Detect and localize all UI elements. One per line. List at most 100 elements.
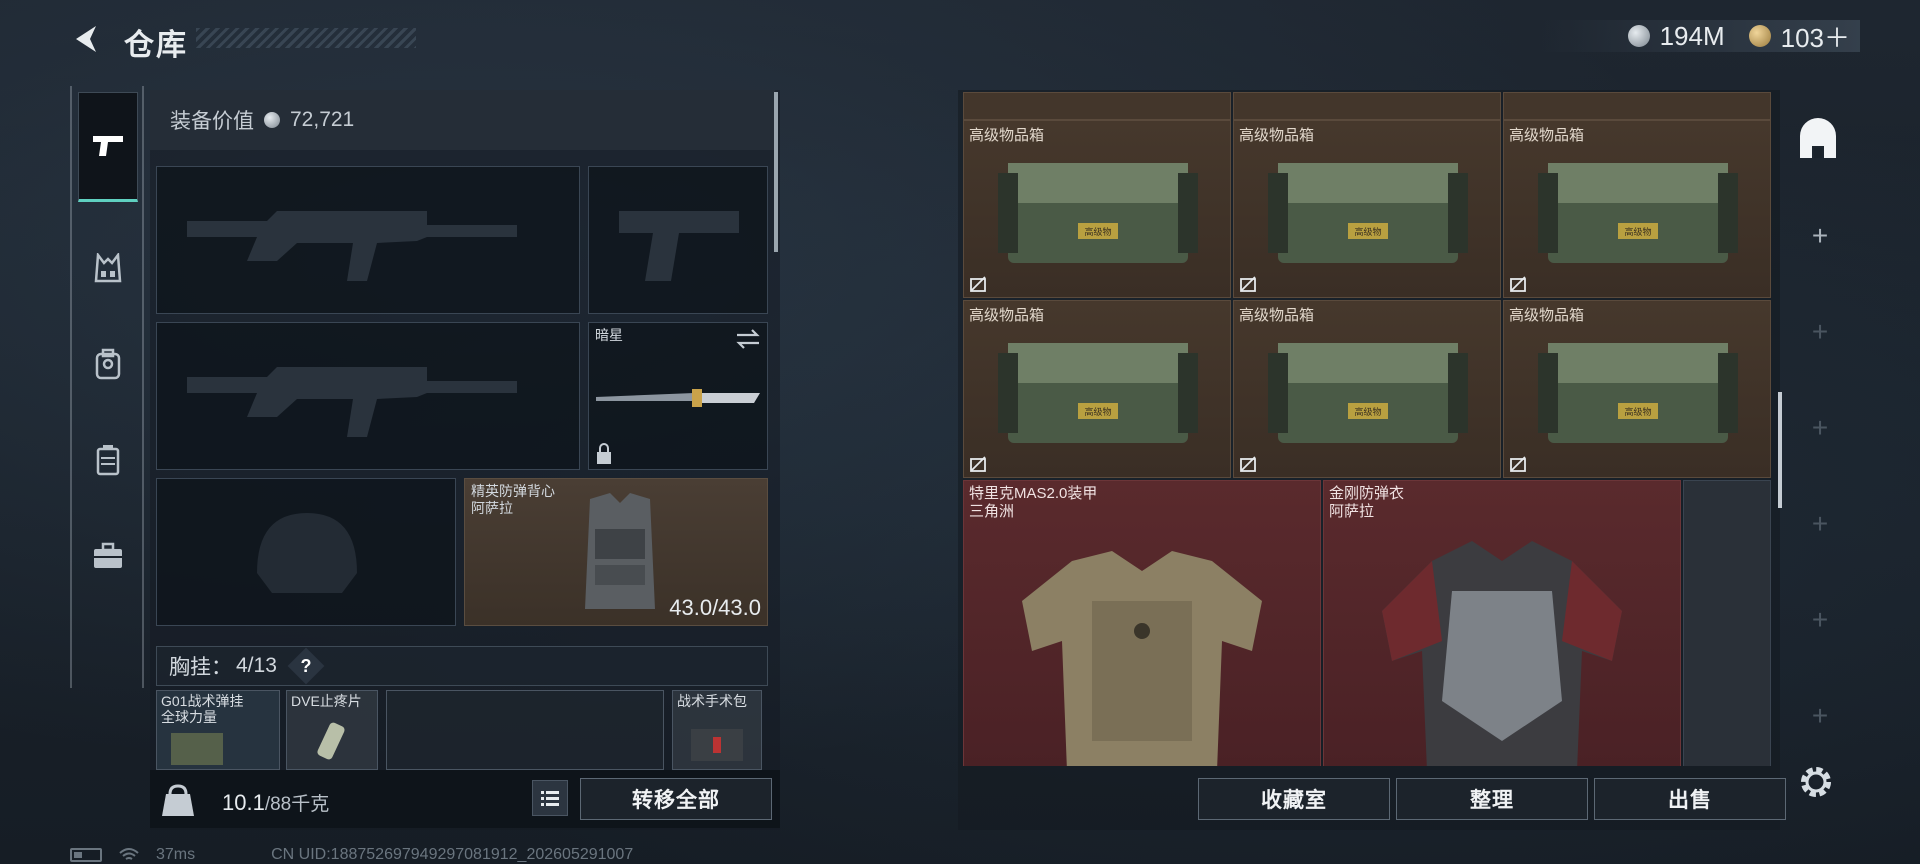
crate-icon: 高级物 [998, 343, 1198, 443]
inventory-item[interactable]: 战术手术包 [672, 690, 762, 770]
rifle-silhouette-icon [187, 211, 517, 281]
painkiller-icon [317, 722, 345, 760]
crate-label: 高级物品箱 [1509, 307, 1585, 324]
crate-icon: 高级物 [1538, 163, 1738, 263]
body-armor-slot[interactable]: 精英防弹背心 阿萨拉 43.0/43.0 [464, 478, 768, 626]
inventory-item[interactable]: DVE止疼片 [286, 690, 378, 770]
armor-origin: 三角洲 [969, 503, 1015, 520]
pistol-silhouette-icon [619, 211, 739, 281]
gold-amount[interactable]: 103＋ [1781, 18, 1850, 55]
gear-icon[interactable] [1796, 762, 1836, 802]
chest-rig-item[interactable]: G01战术弹挂 全球力量 [156, 690, 280, 770]
helmet-slot[interactable] [156, 478, 456, 626]
stash-scrollbar[interactable] [1778, 392, 1782, 508]
svg-text:高级物: 高级物 [1624, 406, 1651, 418]
home-stash-icon[interactable] [1796, 118, 1840, 162]
item-name: G01战术弹挂 [161, 693, 244, 709]
secondary-weapon-slot[interactable] [156, 322, 580, 470]
crate-label: 高级物品箱 [969, 127, 1045, 144]
backpack-icon [95, 348, 121, 380]
armor-kingkong-icon [1382, 541, 1622, 766]
vest-icon [585, 493, 655, 609]
list-view-button[interactable] [532, 780, 568, 816]
add-page-icon[interactable]: + [1810, 412, 1830, 444]
stash-cell-partial[interactable] [963, 92, 1231, 120]
crate-label: 高级物品箱 [1239, 127, 1315, 144]
crate-cell[interactable]: 高级物品箱 高级物 [963, 300, 1231, 478]
empty-slot[interactable] [386, 690, 664, 770]
no-insure-icon [1240, 456, 1256, 472]
armor-cell[interactable]: 金刚防弹衣 阿萨拉 [1323, 480, 1681, 766]
crate-icon: 高级物 [1268, 343, 1468, 443]
no-insure-icon [1510, 276, 1526, 292]
container-icon [96, 445, 120, 476]
nav-briefcase[interactable] [78, 526, 138, 586]
stash-grid: 高级物品箱 高级物 高级物品箱 高级物 高级物品箱 高级物 高级物品箱 高级物 … [963, 92, 1775, 766]
max-weight: /88千克 [264, 794, 330, 815]
add-page-icon[interactable]: + [1810, 220, 1830, 252]
primary-weapon-slot[interactable] [156, 166, 580, 314]
crate-cell[interactable]: 高级物品箱 高级物 [1233, 120, 1501, 298]
list-icon [541, 791, 559, 806]
stash-cell-partial[interactable] [1503, 92, 1771, 120]
chest-rig-icon [94, 253, 122, 283]
no-insure-icon [1510, 456, 1526, 472]
crate-cell[interactable]: 高级物品箱 高级物 [1503, 300, 1771, 478]
sort-button[interactable]: 整理 [1396, 778, 1588, 820]
empty-stash-cell[interactable] [1683, 480, 1771, 766]
add-page-icon[interactable]: + [1810, 700, 1830, 732]
no-insure-icon [970, 456, 986, 472]
vest-durability: 43.0/43.0 [669, 595, 761, 620]
silver-coin-icon [264, 112, 280, 128]
help-icon[interactable]: ? [287, 647, 325, 685]
svg-text:高级物: 高级物 [1084, 406, 1111, 418]
stash-cell-partial[interactable] [1233, 92, 1501, 120]
swap-icon[interactable] [735, 329, 761, 349]
helmet-silhouette-icon [257, 513, 357, 593]
armor-origin: 阿萨拉 [1329, 503, 1375, 520]
transfer-all-button[interactable]: 转移全部 [580, 778, 772, 820]
sidearm-slot[interactable] [588, 166, 768, 314]
add-page-icon[interactable]: + [1810, 508, 1830, 540]
silver-amount: 194M [1659, 20, 1725, 51]
title-decoration [196, 28, 416, 48]
weight-readout: 10.1/88千克 [222, 789, 329, 816]
add-page-icon[interactable]: + [1810, 604, 1830, 636]
current-weight: 10.1 [222, 790, 265, 815]
nav-weapons[interactable] [78, 92, 138, 202]
equipment-value-bar: 装备价值 72,721 [150, 90, 775, 150]
collection-room-button[interactable]: 收藏室 [1198, 778, 1390, 820]
loadout-scrollbar[interactable] [774, 92, 778, 252]
wifi-icon [119, 848, 139, 860]
sell-button[interactable]: 出售 [1594, 778, 1786, 820]
surgery-kit-icon [691, 729, 743, 761]
nav-backpack[interactable] [78, 334, 138, 394]
briefcase-icon [94, 542, 122, 568]
nav-container[interactable] [78, 430, 138, 490]
equipment-value-label: 装备价值 [170, 110, 254, 133]
no-insure-icon [970, 276, 986, 292]
item-origin: 全球力量 [161, 709, 217, 725]
add-page-icon[interactable]: + [1810, 316, 1830, 348]
back-arrow-icon[interactable] [70, 22, 104, 56]
vest-name: 精英防弹背心 [471, 483, 555, 499]
armor-cell[interactable]: 特里克MAS2.0装甲 三角洲 [963, 480, 1321, 766]
item-name: 战术手术包 [677, 693, 747, 709]
crate-cell[interactable]: 高级物品箱 高级物 [1233, 300, 1501, 478]
page-title: 仓库 [124, 29, 188, 62]
chest-rig-count: 4/13 [236, 654, 277, 677]
crate-label: 高级物品箱 [1509, 127, 1585, 144]
vest-origin: 阿萨拉 [471, 500, 513, 516]
crate-icon: 高级物 [998, 163, 1198, 263]
equipment-value: 72,721 [290, 108, 355, 131]
nav-chest-rig[interactable] [78, 238, 138, 298]
category-sidebar [70, 86, 144, 688]
melee-slot[interactable]: 暗星 [588, 322, 768, 470]
svg-text:高级物: 高级物 [1624, 226, 1651, 238]
currency-bar: 194M 103＋ [1537, 18, 1860, 55]
armor-name: 特里克MAS2.0装甲 [969, 485, 1098, 502]
user-uid: CN UID:1887526979492970819​12_2026052910… [271, 846, 634, 863]
crate-cell[interactable]: 高级物品箱 高级物 [1503, 120, 1771, 298]
crate-cell[interactable]: 高级物品箱 高级物 [963, 120, 1231, 298]
crate-label: 高级物品箱 [1239, 307, 1315, 324]
